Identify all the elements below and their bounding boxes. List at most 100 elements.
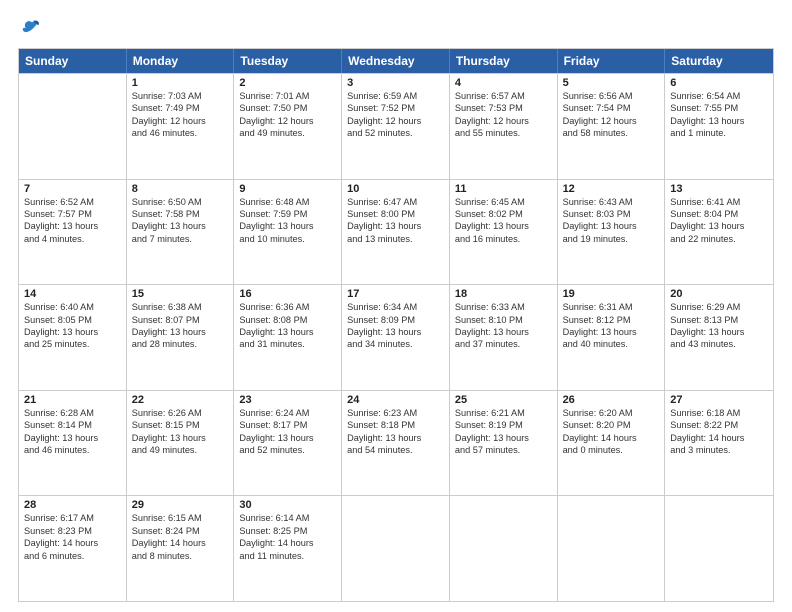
day-info: Sunrise: 6:23 AM Sunset: 8:18 PM Dayligh… — [347, 407, 444, 457]
calendar-cell: 13Sunrise: 6:41 AM Sunset: 8:04 PM Dayli… — [665, 180, 773, 285]
day-info: Sunrise: 6:50 AM Sunset: 7:58 PM Dayligh… — [132, 196, 229, 246]
calendar-header-cell: Saturday — [665, 49, 773, 73]
logo-text — [18, 18, 42, 40]
calendar-cell: 1Sunrise: 7:03 AM Sunset: 7:49 PM Daylig… — [127, 74, 235, 179]
day-info: Sunrise: 6:18 AM Sunset: 8:22 PM Dayligh… — [670, 407, 768, 457]
day-number: 16 — [239, 288, 336, 300]
calendar-header-cell: Friday — [558, 49, 666, 73]
calendar-cell: 2Sunrise: 7:01 AM Sunset: 7:50 PM Daylig… — [234, 74, 342, 179]
day-info: Sunrise: 6:24 AM Sunset: 8:17 PM Dayligh… — [239, 407, 336, 457]
calendar-header-cell: Tuesday — [234, 49, 342, 73]
calendar-header-cell: Wednesday — [342, 49, 450, 73]
day-info: Sunrise: 6:17 AM Sunset: 8:23 PM Dayligh… — [24, 512, 121, 562]
calendar-cell: 27Sunrise: 6:18 AM Sunset: 8:22 PM Dayli… — [665, 391, 773, 496]
calendar-cell — [665, 496, 773, 601]
calendar-row: 21Sunrise: 6:28 AM Sunset: 8:14 PM Dayli… — [19, 390, 773, 496]
calendar-header-row: SundayMondayTuesdayWednesdayThursdayFrid… — [19, 49, 773, 73]
header — [18, 18, 774, 40]
day-info: Sunrise: 6:41 AM Sunset: 8:04 PM Dayligh… — [670, 196, 768, 246]
calendar-row: 7Sunrise: 6:52 AM Sunset: 7:57 PM Daylig… — [19, 179, 773, 285]
page: SundayMondayTuesdayWednesdayThursdayFrid… — [0, 0, 792, 612]
day-info: Sunrise: 6:20 AM Sunset: 8:20 PM Dayligh… — [563, 407, 660, 457]
day-info: Sunrise: 7:01 AM Sunset: 7:50 PM Dayligh… — [239, 90, 336, 140]
day-number: 7 — [24, 183, 121, 195]
day-number: 22 — [132, 394, 229, 406]
day-number: 12 — [563, 183, 660, 195]
calendar-row: 14Sunrise: 6:40 AM Sunset: 8:05 PM Dayli… — [19, 284, 773, 390]
day-number: 28 — [24, 499, 121, 511]
day-number: 5 — [563, 77, 660, 89]
calendar-cell: 15Sunrise: 6:38 AM Sunset: 8:07 PM Dayli… — [127, 285, 235, 390]
calendar-cell — [558, 496, 666, 601]
calendar-cell: 16Sunrise: 6:36 AM Sunset: 8:08 PM Dayli… — [234, 285, 342, 390]
day-info: Sunrise: 6:26 AM Sunset: 8:15 PM Dayligh… — [132, 407, 229, 457]
day-info: Sunrise: 6:52 AM Sunset: 7:57 PM Dayligh… — [24, 196, 121, 246]
logo — [18, 18, 42, 40]
calendar-cell: 14Sunrise: 6:40 AM Sunset: 8:05 PM Dayli… — [19, 285, 127, 390]
calendar-cell — [450, 496, 558, 601]
day-number: 11 — [455, 183, 552, 195]
calendar-cell: 18Sunrise: 6:33 AM Sunset: 8:10 PM Dayli… — [450, 285, 558, 390]
logo-bird-icon — [20, 18, 42, 40]
day-number: 15 — [132, 288, 229, 300]
day-number: 29 — [132, 499, 229, 511]
day-info: Sunrise: 6:28 AM Sunset: 8:14 PM Dayligh… — [24, 407, 121, 457]
calendar-cell — [19, 74, 127, 179]
day-info: Sunrise: 6:47 AM Sunset: 8:00 PM Dayligh… — [347, 196, 444, 246]
calendar-cell: 3Sunrise: 6:59 AM Sunset: 7:52 PM Daylig… — [342, 74, 450, 179]
day-info: Sunrise: 6:45 AM Sunset: 8:02 PM Dayligh… — [455, 196, 552, 246]
day-info: Sunrise: 6:48 AM Sunset: 7:59 PM Dayligh… — [239, 196, 336, 246]
calendar-cell: 22Sunrise: 6:26 AM Sunset: 8:15 PM Dayli… — [127, 391, 235, 496]
day-number: 1 — [132, 77, 229, 89]
day-info: Sunrise: 6:34 AM Sunset: 8:09 PM Dayligh… — [347, 301, 444, 351]
day-number: 2 — [239, 77, 336, 89]
day-number: 17 — [347, 288, 444, 300]
day-info: Sunrise: 6:33 AM Sunset: 8:10 PM Dayligh… — [455, 301, 552, 351]
calendar-cell: 8Sunrise: 6:50 AM Sunset: 7:58 PM Daylig… — [127, 180, 235, 285]
calendar-cell: 30Sunrise: 6:14 AM Sunset: 8:25 PM Dayli… — [234, 496, 342, 601]
calendar-cell: 24Sunrise: 6:23 AM Sunset: 8:18 PM Dayli… — [342, 391, 450, 496]
calendar-header-cell: Sunday — [19, 49, 127, 73]
day-number: 3 — [347, 77, 444, 89]
day-info: Sunrise: 6:14 AM Sunset: 8:25 PM Dayligh… — [239, 512, 336, 562]
calendar-cell: 12Sunrise: 6:43 AM Sunset: 8:03 PM Dayli… — [558, 180, 666, 285]
calendar-body: 1Sunrise: 7:03 AM Sunset: 7:49 PM Daylig… — [19, 73, 773, 601]
calendar-cell: 23Sunrise: 6:24 AM Sunset: 8:17 PM Dayli… — [234, 391, 342, 496]
day-info: Sunrise: 6:38 AM Sunset: 8:07 PM Dayligh… — [132, 301, 229, 351]
day-info: Sunrise: 6:36 AM Sunset: 8:08 PM Dayligh… — [239, 301, 336, 351]
day-number: 24 — [347, 394, 444, 406]
day-number: 26 — [563, 394, 660, 406]
calendar-cell: 25Sunrise: 6:21 AM Sunset: 8:19 PM Dayli… — [450, 391, 558, 496]
calendar-cell: 19Sunrise: 6:31 AM Sunset: 8:12 PM Dayli… — [558, 285, 666, 390]
day-number: 19 — [563, 288, 660, 300]
calendar-row: 1Sunrise: 7:03 AM Sunset: 7:49 PM Daylig… — [19, 73, 773, 179]
day-number: 4 — [455, 77, 552, 89]
day-info: Sunrise: 6:15 AM Sunset: 8:24 PM Dayligh… — [132, 512, 229, 562]
day-info: Sunrise: 6:59 AM Sunset: 7:52 PM Dayligh… — [347, 90, 444, 140]
calendar-cell: 29Sunrise: 6:15 AM Sunset: 8:24 PM Dayli… — [127, 496, 235, 601]
calendar-cell: 28Sunrise: 6:17 AM Sunset: 8:23 PM Dayli… — [19, 496, 127, 601]
calendar-cell: 7Sunrise: 6:52 AM Sunset: 7:57 PM Daylig… — [19, 180, 127, 285]
calendar-row: 28Sunrise: 6:17 AM Sunset: 8:23 PM Dayli… — [19, 495, 773, 601]
day-number: 27 — [670, 394, 768, 406]
calendar-cell — [342, 496, 450, 601]
day-number: 25 — [455, 394, 552, 406]
calendar-header-cell: Monday — [127, 49, 235, 73]
day-info: Sunrise: 6:21 AM Sunset: 8:19 PM Dayligh… — [455, 407, 552, 457]
day-number: 23 — [239, 394, 336, 406]
day-info: Sunrise: 6:31 AM Sunset: 8:12 PM Dayligh… — [563, 301, 660, 351]
day-info: Sunrise: 6:43 AM Sunset: 8:03 PM Dayligh… — [563, 196, 660, 246]
day-number: 20 — [670, 288, 768, 300]
day-number: 14 — [24, 288, 121, 300]
day-info: Sunrise: 6:40 AM Sunset: 8:05 PM Dayligh… — [24, 301, 121, 351]
calendar-cell: 26Sunrise: 6:20 AM Sunset: 8:20 PM Dayli… — [558, 391, 666, 496]
day-info: Sunrise: 6:54 AM Sunset: 7:55 PM Dayligh… — [670, 90, 768, 140]
day-info: Sunrise: 7:03 AM Sunset: 7:49 PM Dayligh… — [132, 90, 229, 140]
day-number: 6 — [670, 77, 768, 89]
day-number: 10 — [347, 183, 444, 195]
calendar-cell: 9Sunrise: 6:48 AM Sunset: 7:59 PM Daylig… — [234, 180, 342, 285]
calendar-cell: 17Sunrise: 6:34 AM Sunset: 8:09 PM Dayli… — [342, 285, 450, 390]
day-number: 18 — [455, 288, 552, 300]
calendar: SundayMondayTuesdayWednesdayThursdayFrid… — [18, 48, 774, 602]
day-info: Sunrise: 6:57 AM Sunset: 7:53 PM Dayligh… — [455, 90, 552, 140]
